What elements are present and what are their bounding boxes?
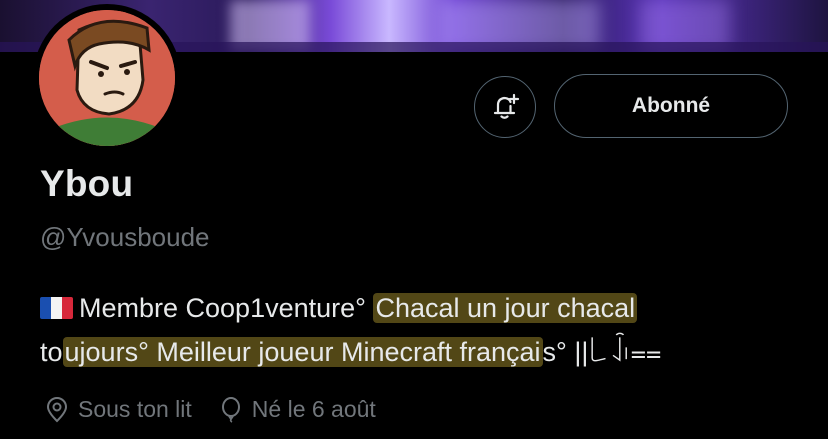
user-handle: @Yvousboude — [40, 222, 210, 252]
birthday-text: Né le 6 août — [251, 396, 376, 422]
balloon-icon — [221, 396, 240, 423]
avatar[interactable] — [33, 4, 181, 152]
bell-plus-icon — [493, 93, 520, 119]
profile-bio: Membre Coop1venture° Chacal un jour chac… — [40, 286, 800, 374]
location: Sous ton lit — [44, 396, 192, 423]
avatar-image — [39, 10, 175, 146]
location-pin-icon — [46, 396, 68, 422]
bio-highlight: Chacal un jour chacal — [373, 293, 638, 323]
bio-text-line2-prefix: to — [40, 337, 63, 367]
profile-meta: Sous ton lit Né le 6 août — [44, 396, 402, 423]
location-text: Sous ton lit — [78, 396, 192, 422]
following-button[interactable]: Abonné — [554, 74, 788, 138]
bio-text: Membre Coop1venture° — [79, 293, 366, 323]
bio-highlight-line2: ujours° Meilleur joueur Minecraft frança… — [62, 337, 543, 367]
notification-bell-button[interactable] — [474, 76, 536, 138]
birthday: Né le 6 août — [218, 396, 376, 423]
flag-france-icon — [40, 297, 73, 319]
bio-text-line2-suffix: s° ||꒒ꀭ⩵ — [542, 337, 662, 367]
display-name: Ybou — [40, 163, 134, 204]
